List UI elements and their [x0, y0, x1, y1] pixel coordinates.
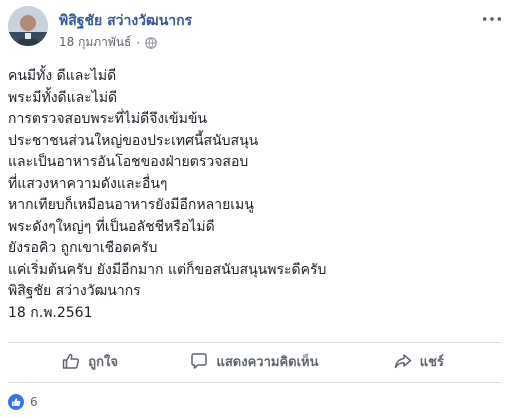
post-body: คนมีทั้ง ดีและไม่ดี พระมีทั้งดีและไม่ดี …: [8, 66, 498, 324]
like-button[interactable]: ถูกใจ: [8, 343, 172, 379]
author-avatar[interactable]: [8, 6, 48, 46]
avatar-photo: [8, 6, 48, 46]
like-label: ถูกใจ: [88, 354, 119, 370]
post-body-line: พระดังๆใหญ่ๆ ที่เป็นอลัชชีหรือไม่ดี: [8, 218, 215, 235]
post-date[interactable]: 18 กุมภาพันธ์: [59, 33, 131, 52]
author-name[interactable]: พิสิฐชัย สว่างวัฒนากร: [59, 10, 192, 32]
post-meta: 18 กุมภาพันธ์ ·: [59, 33, 157, 52]
comment-label: แสดงความคิดเห็น: [216, 354, 319, 370]
share-label: แชร์: [419, 354, 444, 370]
globe-icon[interactable]: [145, 36, 157, 49]
post-body-line: ที่แสวงหาความดังและอื่นๆ: [8, 175, 168, 192]
post-body-line: หากเทียบก็เหมือนอาหารยังมีอีกหลายเมนู: [8, 197, 254, 213]
post-body-line: และเป็นอาหารอันโอชของฝ่ายตรวจสอบ: [8, 154, 249, 170]
post-body-line: พระมีทั้งดีและไม่ดี: [8, 89, 118, 106]
like-reaction-icon: [8, 394, 24, 410]
facebook-post: พิสิฐชัย สว่างวัฒนากร 18 กุมภาพันธ์ · คน…: [0, 0, 509, 418]
actions-bottom-divider: [8, 382, 501, 383]
share-button[interactable]: แชร์: [337, 343, 501, 379]
post-body-line: ยังรอคิว ถูกเขาเชือดครับ: [8, 240, 158, 256]
post-body-line: แค่เริ่มต้นครับ ยังมีอีกมาก แต่ก็ขอสนับส…: [8, 261, 327, 278]
comment-button[interactable]: แสดงความคิดเห็น: [172, 343, 336, 379]
post-body-line: การตรวจสอบพระที่ไม่ดีจึงเข้มข้น: [8, 111, 207, 127]
post-body-line: 18 ก.พ.2561: [8, 304, 93, 321]
post-body-line: ประชาชนส่วนใหญ่ของประเทศนี้สนับสนุน: [8, 132, 259, 149]
like-icon: [63, 353, 80, 369]
post-actions: ถูกใจ แสดงความคิดเห็น แชร์: [8, 343, 501, 379]
post-body-line: คนมีทั้ง ดีและไม่ดี: [8, 68, 117, 84]
post-header: พิสิฐชัย สว่างวัฒนากร 18 กุมภาพันธ์ ·: [8, 6, 503, 52]
more-horizontal-icon[interactable]: [481, 12, 503, 26]
meta-separator: ·: [136, 35, 141, 50]
reactions-summary[interactable]: 6: [8, 394, 38, 410]
reaction-count: 6: [30, 395, 38, 409]
post-body-line: พิสิฐชัย สว่างวัฒนากร: [8, 283, 141, 299]
comment-icon: [191, 353, 208, 369]
share-icon: [394, 354, 411, 369]
